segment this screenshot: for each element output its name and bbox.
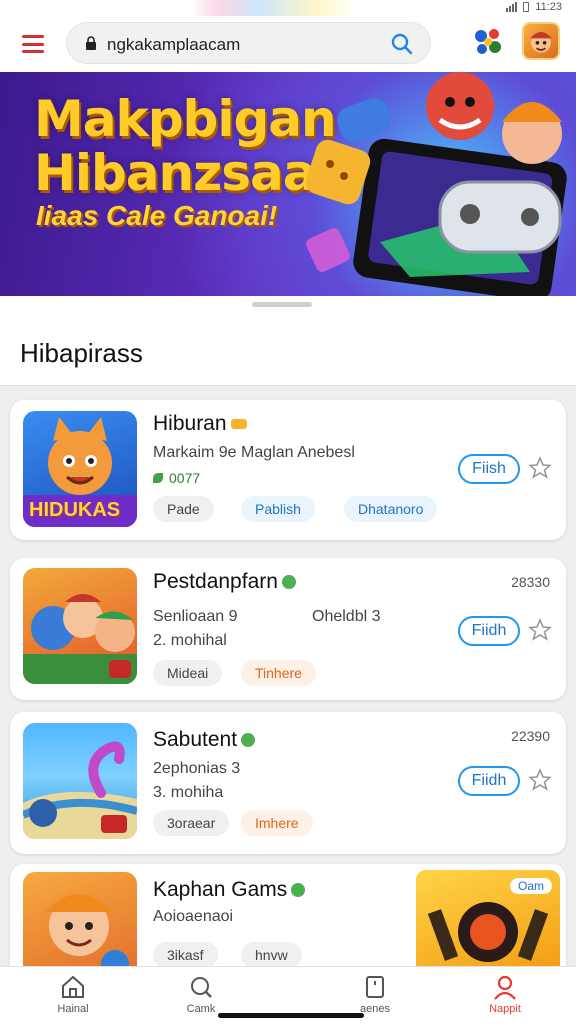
game-card[interactable]: Pestdanpfarn 28330 Senlioaan 9 Oheldbl 3… bbox=[10, 558, 566, 700]
verified-badge-icon bbox=[291, 883, 306, 898]
hamburger-menu-icon[interactable] bbox=[22, 35, 44, 53]
tag-chip[interactable]: 3oraear bbox=[153, 810, 230, 836]
game-title[interactable]: Hiburan bbox=[153, 412, 247, 436]
game-title[interactable]: Pestdanpfarn bbox=[153, 570, 296, 594]
tag-chip[interactable]: Pade bbox=[153, 496, 214, 522]
banner-game-art bbox=[305, 72, 567, 296]
game-description: Markaim 9e Maglan Anebesl bbox=[153, 444, 355, 461]
signal-icon bbox=[506, 2, 518, 12]
thumbnail-label: HIDUKAS bbox=[29, 499, 121, 521]
leaf-icon bbox=[153, 473, 163, 483]
game-count: 22390 bbox=[511, 728, 550, 744]
battery-icon bbox=[523, 2, 530, 12]
status-time: 11:23 bbox=[535, 1, 562, 13]
drag-handle[interactable] bbox=[252, 302, 312, 307]
promo-label: Oam bbox=[509, 878, 552, 894]
banner-subtitle: Iiaas Cale Ganoai! bbox=[36, 200, 278, 231]
verified-badge-icon bbox=[281, 575, 296, 590]
play-button[interactable]: Fiidh bbox=[458, 766, 520, 796]
game-card[interactable]: Sabutent 22390 2ephonias 3 3. mohiha 3or… bbox=[10, 712, 566, 854]
avatar-face-icon bbox=[530, 32, 552, 53]
tag-chip[interactable]: 3ikasf bbox=[153, 942, 218, 968]
home-icon bbox=[62, 975, 84, 998]
favorite-star-icon[interactable] bbox=[528, 456, 552, 480]
tag-chip[interactable]: Tinhere bbox=[241, 660, 316, 686]
game-meta-left: Senlioaan 9 bbox=[153, 608, 238, 625]
game-stat: 0077 bbox=[153, 470, 200, 486]
premium-badge-icon bbox=[230, 419, 247, 430]
verified-badge-icon bbox=[241, 733, 256, 748]
promo-thumbnail[interactable]: Oam bbox=[416, 870, 560, 974]
tag-chip[interactable]: Dhatanoro bbox=[344, 496, 438, 522]
game-meta-second: 2. mohihal bbox=[153, 632, 227, 649]
url-text[interactable]: ngkakamplaacam bbox=[107, 35, 240, 55]
play-button[interactable]: Fiish bbox=[458, 454, 520, 484]
url-search-bar[interactable]: ngkakamplaacam bbox=[66, 22, 431, 64]
tag-chip[interactable]: Mideai bbox=[153, 660, 223, 686]
game-thumbnail bbox=[23, 568, 137, 684]
nav-library[interactable]: aenes bbox=[330, 973, 420, 1015]
brand-logo-icon[interactable] bbox=[472, 26, 504, 58]
section-title: Hibapirass bbox=[20, 338, 143, 368]
lock-icon bbox=[86, 36, 96, 50]
status-bar: 11:23 bbox=[0, 0, 576, 16]
top-app-bar: ngkakamplaacam bbox=[0, 16, 576, 72]
avatar[interactable] bbox=[522, 22, 560, 60]
favorite-star-icon[interactable] bbox=[528, 768, 552, 792]
profile-icon bbox=[494, 975, 516, 1000]
tag-chip[interactable]: Pablish bbox=[241, 496, 315, 522]
tag-chip[interactable]: hnvw bbox=[241, 942, 302, 968]
status-indicators: 11:23 bbox=[506, 1, 562, 13]
play-button[interactable]: Fiidh bbox=[458, 616, 520, 646]
game-thumbnail: HIDUKAS bbox=[23, 411, 137, 527]
home-indicator[interactable] bbox=[218, 1013, 364, 1018]
game-count: 28330 bbox=[511, 574, 550, 590]
game-thumbnail bbox=[23, 723, 137, 839]
game-title[interactable]: Kaphan Gams bbox=[153, 878, 306, 902]
game-meta-left: 2ephonias 3 bbox=[153, 760, 241, 777]
tag-chip[interactable]: Imhere bbox=[241, 810, 313, 836]
party-characters-icon bbox=[23, 594, 137, 684]
nav-home[interactable]: Hainal bbox=[28, 973, 118, 1015]
nav-profile[interactable]: Nappit bbox=[460, 973, 550, 1015]
bottom-navigation: Hainal Camk aenes Nappit bbox=[0, 966, 576, 1024]
game-meta-left: Aoioaenaoi bbox=[153, 908, 234, 925]
game-card[interactable]: HIDUKAS Hiburan Markaim 9e Maglan Anebes… bbox=[10, 400, 566, 540]
game-meta-right: Oheldbl 3 bbox=[312, 608, 381, 625]
bookmark-icon bbox=[366, 976, 384, 998]
nav-search[interactable]: Camk bbox=[156, 973, 246, 1015]
game-title[interactable]: Sabutent bbox=[153, 728, 256, 752]
favorite-star-icon[interactable] bbox=[528, 618, 552, 642]
section-sheet: Hibapirass bbox=[0, 296, 576, 386]
game-meta-second: 3. mohiha bbox=[153, 784, 224, 801]
river-serpent-icon bbox=[23, 741, 137, 839]
promo-banner[interactable]: Makpbigan Hibanzsaa Iiaas Cale Ganoai! bbox=[0, 72, 576, 296]
search-icon[interactable] bbox=[390, 32, 414, 56]
search-icon bbox=[191, 977, 212, 998]
